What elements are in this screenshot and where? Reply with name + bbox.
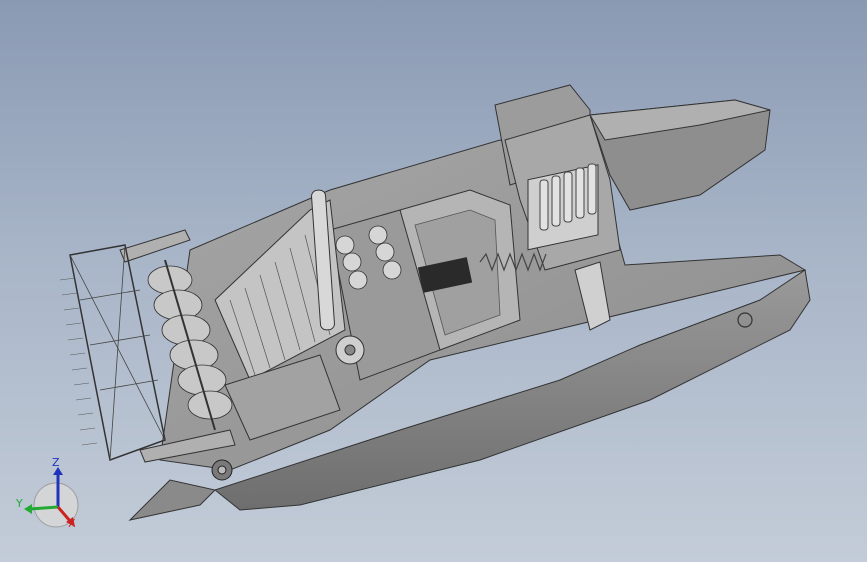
front-frame-arm — [119, 229, 191, 263]
y-arrow-head — [24, 504, 32, 514]
triad-z-label: Z — [52, 456, 60, 469]
triad-x-label: X — [68, 517, 76, 530]
triad-y-label: Y — [16, 497, 23, 510]
catamaran-harvester-model[interactable] — [0, 0, 867, 562]
drive-pulley-hub — [344, 344, 356, 356]
bow-wheel-hub — [217, 465, 227, 475]
bow-tip — [128, 479, 216, 521]
y-axis — [29, 505, 59, 511]
cad-viewport[interactable]: Z Y X — [0, 0, 867, 562]
